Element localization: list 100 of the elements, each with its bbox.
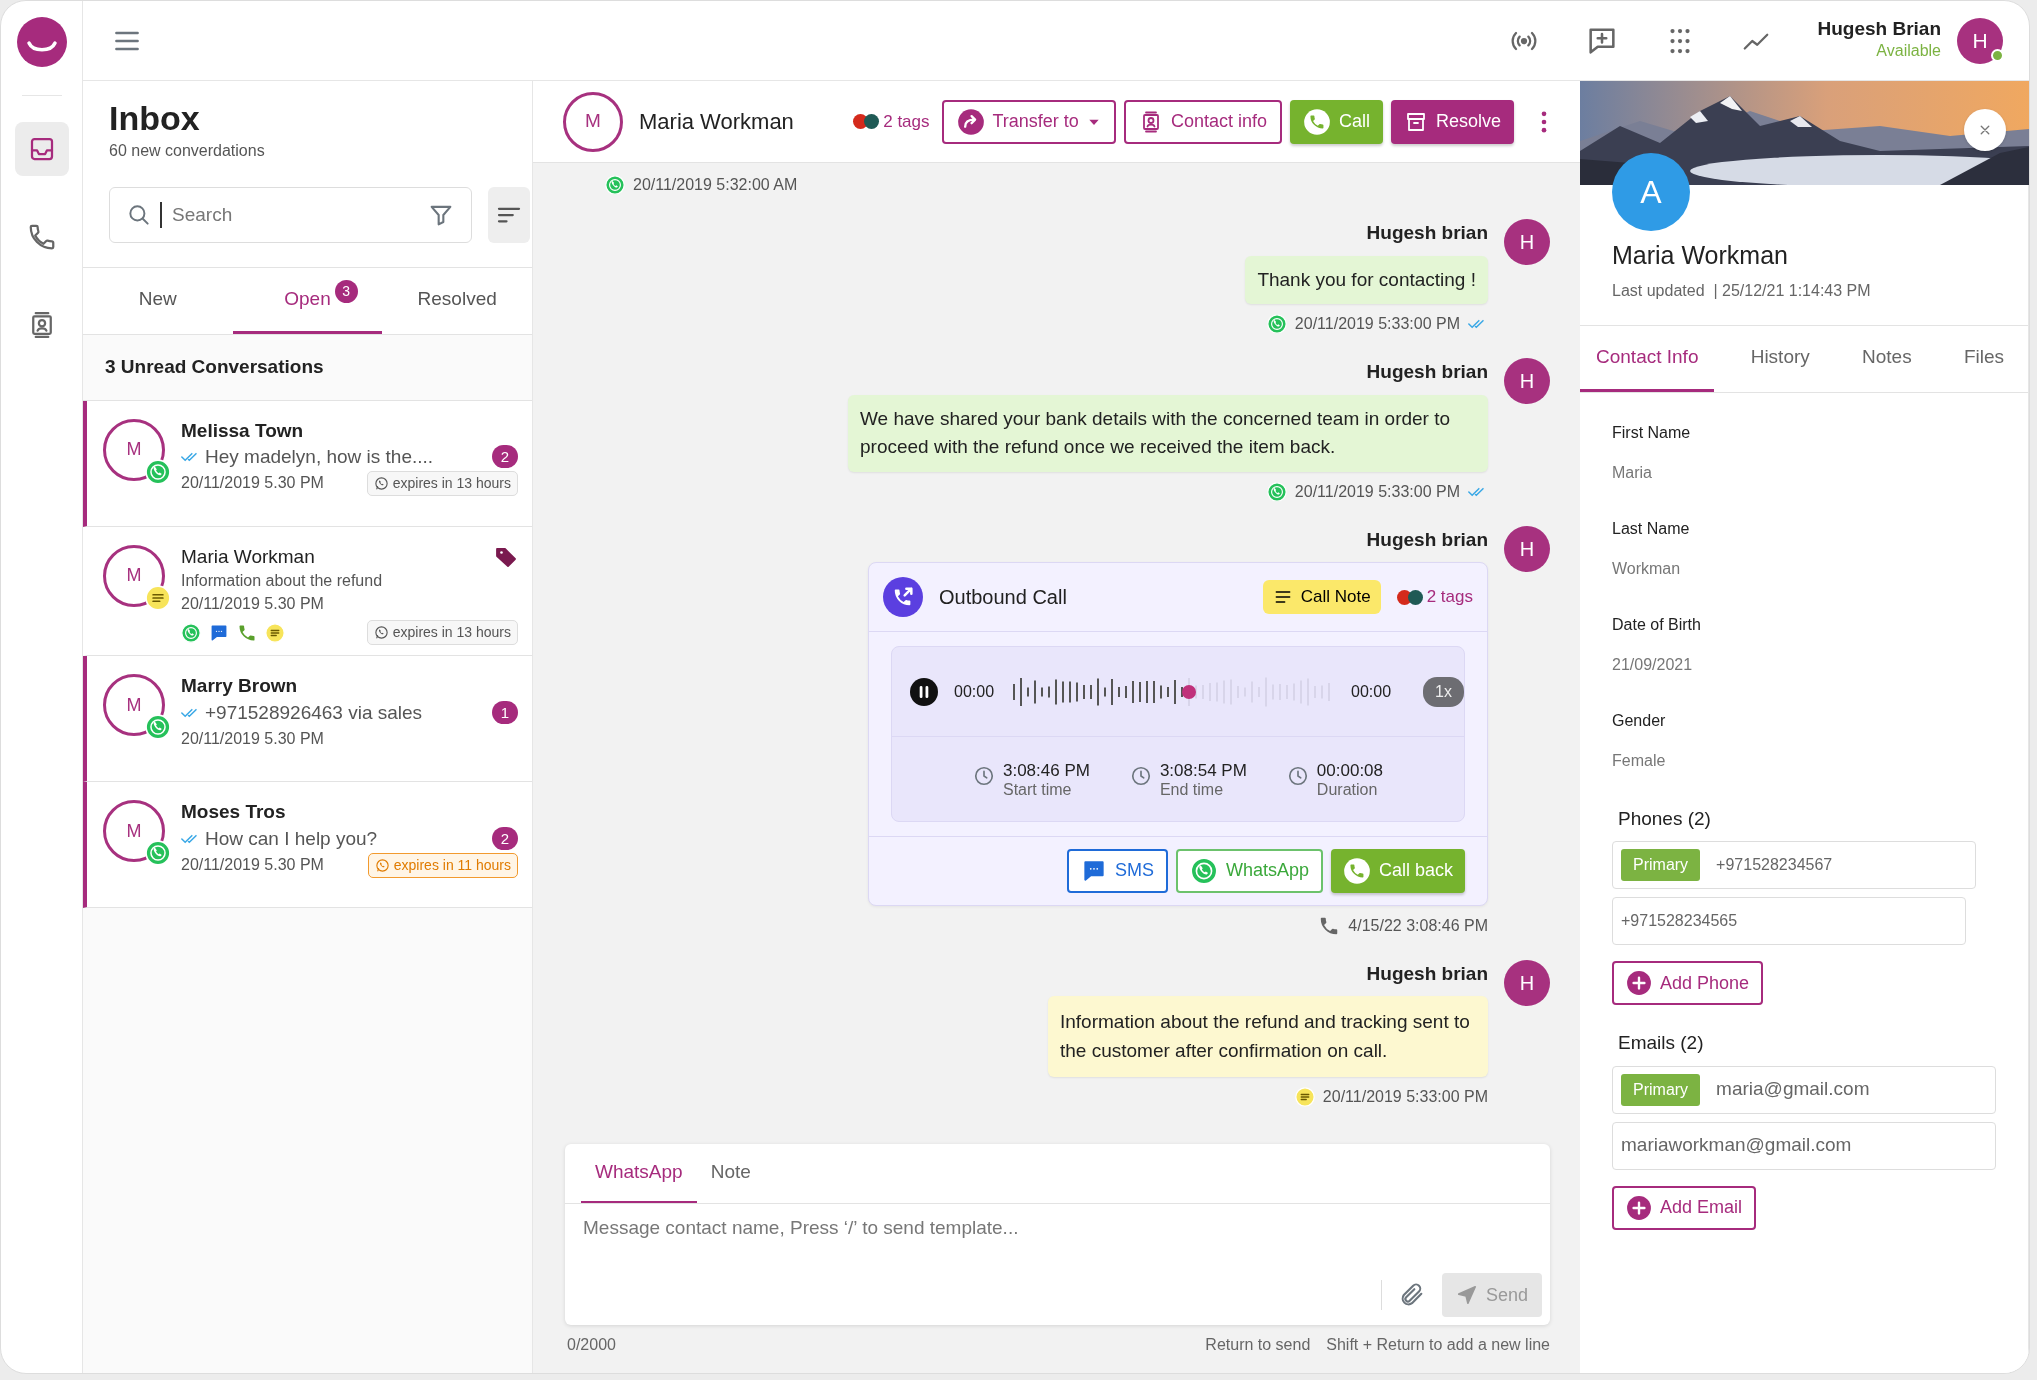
unread-count: 1 bbox=[492, 701, 518, 725]
speed-button[interactable]: 1x bbox=[1423, 676, 1464, 707]
message-composer[interactable]: WhatsApp Note Message contact name, Press ‘/’ to send template... Send bbox=[565, 1144, 1550, 1325]
tab[interactable]: New bbox=[83, 268, 233, 334]
sender-name: Hugesh brian bbox=[1366, 360, 1488, 384]
tab[interactable]: Files bbox=[1947, 325, 2020, 392]
sender-name: Hugesh brian bbox=[1366, 961, 1488, 986]
contact-info-button[interactable]: Contact info bbox=[1123, 99, 1282, 144]
tags-label[interactable]: 2 tags bbox=[1426, 584, 1473, 610]
character-counter: 0/2000 bbox=[567, 1335, 616, 1355]
stat-value: 3:08:46 PM bbox=[1002, 761, 1090, 781]
search-icon bbox=[126, 202, 152, 228]
message-input[interactable]: Message contact name, Press ‘/’ to send template... bbox=[565, 1203, 1550, 1266]
tab[interactable]: Resolved bbox=[382, 268, 532, 334]
timestamp: 20/11/2019 5:33:00 PM bbox=[1294, 481, 1460, 502]
pause-icon[interactable] bbox=[910, 677, 938, 706]
tags-label[interactable]: 2 tags bbox=[883, 108, 930, 135]
message-preview: How can I help you? bbox=[205, 827, 378, 852]
transfer-button[interactable]: Transfer to bbox=[941, 99, 1116, 144]
clock-icon bbox=[1286, 765, 1309, 787]
note-bubble: Information about the refund and tracking sent to the customer after confirmation on call. bbox=[1048, 996, 1488, 1078]
field-value: 21/09/2021 bbox=[1612, 654, 1694, 675]
contact-name: Melissa Town bbox=[181, 418, 304, 443]
email-field[interactable]: mariaworkman@gmail.com bbox=[1612, 1121, 1996, 1170]
total-time: 00:00 bbox=[1351, 681, 1392, 702]
email-value: maria@gmail.com bbox=[1716, 1077, 1870, 1102]
conversation-item[interactable]: M Moses Tros How can I help you? 2 20/11/2019 5.30 PM expires in 11 hours bbox=[83, 782, 532, 909]
stat-value: 3:08:54 PM bbox=[1159, 761, 1247, 781]
message-preview: Hey madelyn, how is the.... bbox=[205, 445, 434, 470]
field-label: First Name bbox=[1612, 422, 1692, 443]
avatar: H bbox=[1504, 358, 1550, 404]
plus-icon bbox=[1626, 1194, 1652, 1221]
contact-name: Maria Workman bbox=[639, 108, 794, 136]
clock-icon bbox=[1129, 765, 1152, 787]
email-field[interactable]: Primary maria@gmail.com bbox=[1612, 1065, 1996, 1114]
add-phone-button[interactable]: Add Phone bbox=[1612, 961, 1764, 1005]
user-avatar[interactable]: H bbox=[1957, 17, 2003, 64]
message-bubble: We have shared your bank details with the concerned team in order to proceed with the refund once we received the item back. bbox=[848, 394, 1488, 472]
contact-name: Marry Brown bbox=[181, 674, 298, 699]
avatar: H bbox=[1504, 959, 1550, 1006]
tab[interactable]: Notes bbox=[1846, 325, 1928, 392]
avatar: M bbox=[103, 674, 165, 737]
outbound-call-icon bbox=[883, 577, 923, 617]
phone-icon bbox=[1302, 107, 1331, 136]
whatsapp-icon bbox=[373, 475, 389, 491]
field-value: Workman bbox=[1612, 558, 1682, 579]
clock-icon bbox=[972, 765, 995, 787]
resolve-button[interactable]: Resolve bbox=[1390, 99, 1514, 144]
search-field[interactable]: Search bbox=[109, 187, 472, 243]
field-value: Maria bbox=[1612, 462, 1653, 483]
expiry-label: expires in 13 hours bbox=[366, 620, 518, 646]
whatsapp-icon bbox=[373, 625, 389, 641]
sms-button[interactable]: SMS bbox=[1066, 848, 1168, 893]
nav-button[interactable] bbox=[14, 122, 69, 176]
phone-value: +971528234567 bbox=[1716, 855, 1833, 875]
call-note-button[interactable]: Call Note bbox=[1262, 580, 1381, 614]
timestamp: 20/11/2019 5:32:00 AM bbox=[633, 175, 798, 195]
avatar: M bbox=[103, 418, 165, 481]
unread-count: 2 bbox=[492, 445, 518, 469]
search-input[interactable]: Search bbox=[170, 199, 419, 231]
tab[interactable]: Contact Info bbox=[1580, 325, 1715, 392]
add-email-button[interactable]: Add Email bbox=[1612, 1185, 1757, 1230]
phone-field[interactable]: Primary +971528234567 bbox=[1612, 841, 1976, 889]
tab[interactable]: Note bbox=[696, 1144, 765, 1203]
whatsapp-icon bbox=[1189, 856, 1218, 885]
phone-icon bbox=[1342, 856, 1371, 885]
elapsed-time: 00:00 bbox=[954, 681, 995, 702]
inbox-title: Inbox bbox=[109, 101, 201, 135]
stat-label: Start time bbox=[1002, 780, 1073, 799]
timestamp: 20/11/2019 5:33:00 PM bbox=[1294, 314, 1460, 334]
email-value: mariaworkman@gmail.com bbox=[1621, 1133, 1852, 1158]
last-updated: Last updated | 25/12/21 1:14:43 PM bbox=[1612, 280, 1872, 301]
stat-label: Duration bbox=[1316, 780, 1379, 799]
timestamp: 20/11/2019 5.30 PM bbox=[181, 594, 324, 615]
field-label: Last Name bbox=[1612, 518, 1691, 539]
expiry-label: expires in 11 hours bbox=[367, 852, 518, 878]
conversation-item[interactable]: M Melissa Town Hey madelyn, how is the.... 2 20/11/2019 5.30 PM expires in 13 hours bbox=[83, 400, 532, 527]
avatar: M bbox=[103, 800, 165, 863]
field-label: Date of Birth bbox=[1612, 614, 1702, 635]
message-preview: +971528926463 via sales bbox=[205, 701, 423, 726]
field-value: Female bbox=[1612, 750, 1667, 771]
phone-value: +971528234565 bbox=[1621, 911, 1738, 931]
sort-button[interactable] bbox=[488, 187, 530, 243]
send-icon bbox=[1455, 1284, 1478, 1306]
plus-icon bbox=[1626, 970, 1652, 996]
section-heading: Phones (2) bbox=[1618, 806, 1712, 831]
conversation-item[interactable]: M Maria Workman Information about the refund 20/11/2019 5.30 PM expires in 13 hours bbox=[83, 526, 532, 657]
tab[interactable]: History bbox=[1734, 325, 1826, 392]
inbox-subtitle: 60 new converdations bbox=[109, 141, 266, 161]
timestamp: 20/11/2019 5:33:00 PM bbox=[1322, 1087, 1488, 1108]
conversation-item[interactable]: M Marry Brown +971528926463 via sales 1 20/11/2019 5.30 PM bbox=[83, 656, 532, 783]
expiry-label: expires in 13 hours bbox=[366, 470, 518, 496]
phone-field[interactable]: +971528234565 bbox=[1612, 897, 1966, 945]
avatar: M bbox=[103, 544, 165, 607]
stat-label: End time bbox=[1159, 780, 1225, 799]
message-bubble: Thank you for contacting ! bbox=[1245, 255, 1488, 304]
tab[interactable]: WhatsApp bbox=[581, 1144, 697, 1203]
contact-avatar: A bbox=[1612, 153, 1690, 231]
user-name: Hugesh Brian bbox=[1817, 17, 1941, 40]
count-badge: 3 bbox=[334, 280, 358, 303]
